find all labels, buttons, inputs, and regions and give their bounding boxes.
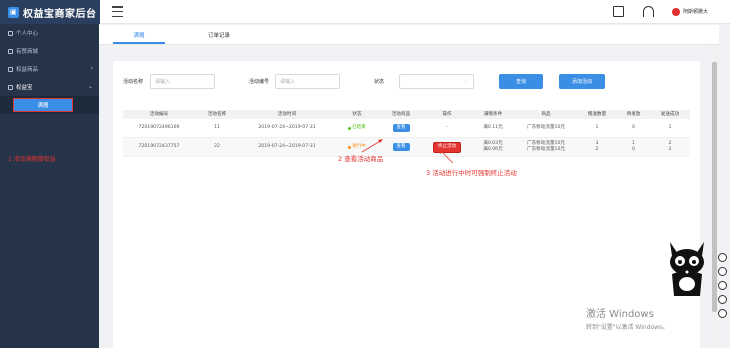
watermark-line1: 激活 Windows	[586, 309, 654, 320]
annotation-arrows	[361, 139, 454, 164]
tool-icon[interactable]	[718, 295, 727, 304]
tool-icon[interactable]	[718, 309, 727, 318]
tool-icon[interactable]	[718, 253, 727, 262]
scrollbar[interactable]	[711, 46, 718, 348]
tool-icon[interactable]	[718, 267, 727, 276]
cat-mascot-icon[interactable]	[664, 238, 710, 298]
scrollbar-thumb[interactable]	[712, 62, 717, 312]
floating-tools	[718, 253, 730, 323]
watermark-line2: 转到"设置"以激活 Windows。	[586, 324, 669, 331]
windows-watermark: 激活 Windows 转到"设置"以激活 Windows。	[586, 305, 668, 331]
annotation-3: 3 活动进行中时可强制终止活动	[426, 169, 517, 177]
tool-icon[interactable]	[718, 281, 727, 290]
annotation-2: 2 查看活动商品	[338, 155, 384, 163]
